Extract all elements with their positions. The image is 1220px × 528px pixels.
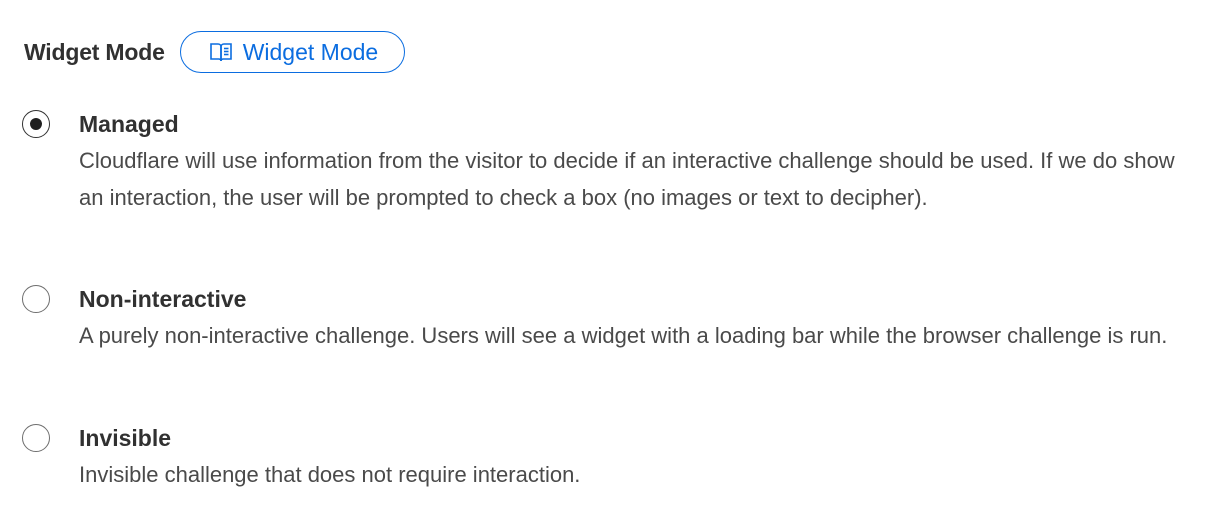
doc-link-label: Widget Mode: [242, 38, 379, 65]
book-icon: [209, 41, 233, 63]
section-title: Widget Mode: [24, 38, 165, 65]
option-description-non-interactive: A purely non-interactive challenge. User…: [79, 323, 1168, 348]
radio-managed[interactable]: [22, 110, 50, 138]
option-label-invisible[interactable]: Invisible: [79, 423, 1199, 453]
widget-mode-header: Widget Mode Widget Mode: [24, 30, 406, 74]
option-description-managed: Cloudflare will use information from the…: [79, 148, 1175, 210]
option-description-invisible: Invisible challenge that does not requir…: [79, 462, 581, 487]
option-label-managed[interactable]: Managed: [79, 109, 1199, 139]
option-label-non-interactive[interactable]: Non-interactive: [79, 284, 1199, 314]
widget-mode-docs-link[interactable]: Widget Mode: [179, 31, 406, 73]
radio-invisible[interactable]: [22, 424, 50, 452]
radio-non-interactive[interactable]: [22, 285, 50, 313]
